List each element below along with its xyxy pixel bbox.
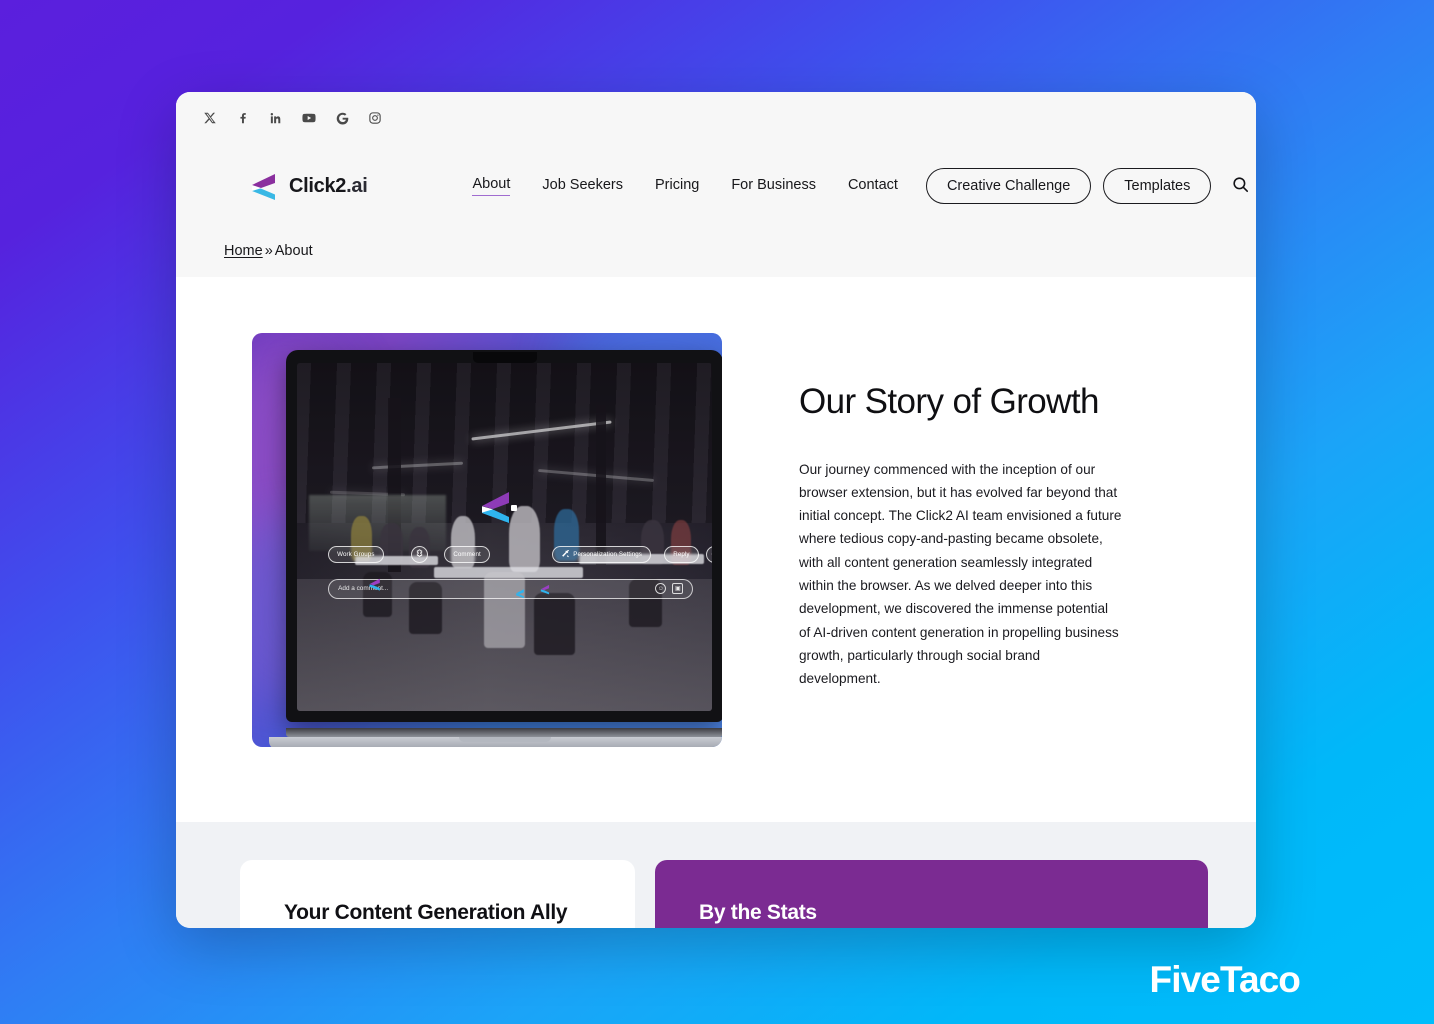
site-header: Click2.ai About Job Seekers Pricing For …: [176, 92, 1256, 277]
overlay-pill-work-groups[interactable]: Work Groups: [328, 545, 384, 563]
fivetaco-watermark: FiveTaco: [1149, 959, 1301, 1000]
search-button[interactable]: [1231, 171, 1250, 201]
creative-challenge-button[interactable]: Creative Challenge: [925, 168, 1092, 204]
main-navbar: Click2.ai About Job Seekers Pricing For …: [176, 150, 1256, 222]
overlay-pill-reply[interactable]: Reply: [664, 545, 699, 563]
brand-name: Click2.ai: [289, 174, 368, 198]
extension-ui-overlay: Work Groups Comment Personalization Sett…: [297, 363, 712, 711]
nav-links: About Job Seekers Pricing For Business C…: [472, 176, 898, 196]
hero-section: Work Groups Comment Personalization Sett…: [176, 277, 1256, 822]
card-by-the-stats[interactable]: By the Stats: [655, 860, 1208, 928]
mini-logo-icon: [515, 588, 527, 599]
x-twitter-icon[interactable]: [200, 108, 220, 128]
nav-link-job-seekers[interactable]: Job Seekers: [542, 177, 623, 196]
youtube-icon[interactable]: [299, 108, 319, 128]
laptop-hinge: [286, 728, 722, 737]
nav-link-about[interactable]: About: [472, 176, 511, 196]
website-preview-card: Click2.ai About Job Seekers Pricing For …: [176, 92, 1256, 928]
nav-link-contact[interactable]: Contact: [848, 177, 898, 196]
breadcrumb-separator: »: [264, 243, 273, 259]
laptop-base: [269, 737, 722, 747]
laptop-screen: Work Groups Comment Personalization Sett…: [297, 363, 712, 711]
facebook-icon[interactable]: [233, 108, 253, 128]
cards-section: Your Content Generation Ally By the Stat…: [176, 822, 1256, 928]
templates-button[interactable]: Templates: [1103, 168, 1212, 204]
breadcrumb-current: About: [274, 243, 313, 259]
tools-icon: [561, 549, 570, 560]
brand-name-suffix: .ai: [346, 174, 368, 197]
hero-copy: Our Story of Growth Our journey commence…: [722, 333, 1122, 762]
emoji-icon[interactable]: ☺: [655, 583, 667, 595]
instagram-icon[interactable]: [365, 108, 385, 128]
nav-link-for-business[interactable]: For Business: [731, 177, 816, 196]
laptop-camera-notch: [472, 352, 537, 363]
card-title: Your Content Generation Ally: [284, 901, 568, 924]
overlay-comment-actions: ☺ ▣: [655, 583, 684, 595]
overlay-pill-comment[interactable]: Comment: [444, 545, 490, 563]
overlay-pill-personalization-settings[interactable]: Personalization Settings: [552, 545, 652, 563]
overlay-pill-puzzle[interactable]: [411, 545, 429, 563]
nav-link-pricing[interactable]: Pricing: [655, 177, 699, 196]
brand-name-main: Click2: [289, 174, 347, 197]
mini-logo-icon: [368, 577, 384, 592]
social-links-bar: [176, 92, 1256, 132]
puzzle-icon: [415, 549, 424, 560]
linkedin-icon[interactable]: [266, 108, 286, 128]
search-icon: [1231, 175, 1250, 197]
card-content-generation-ally[interactable]: Your Content Generation Ally: [240, 860, 635, 928]
hero-laptop-mockup: Work Groups Comment Personalization Sett…: [252, 333, 722, 747]
nav-action-buttons: Creative Challenge Templates: [925, 168, 1212, 204]
floating-click2ai-logo-icon: [478, 488, 520, 526]
overlay-pill-more[interactable]: ⋯: [705, 545, 712, 563]
laptop-lid: Work Groups Comment Personalization Sett…: [286, 350, 722, 722]
breadcrumb-home-link[interactable]: Home: [224, 243, 263, 259]
page-title: Our Story of Growth: [799, 382, 1099, 421]
click2ai-logo-icon: [248, 169, 282, 203]
google-icon[interactable]: [332, 108, 352, 128]
image-icon[interactable]: ▣: [672, 583, 684, 595]
brand-logo[interactable]: Click2.ai: [248, 169, 368, 203]
more-icon: ⋯: [711, 551, 712, 558]
laptop-device: Work Groups Comment Personalization Sett…: [269, 350, 722, 747]
mini-logo-icon: [539, 584, 552, 596]
hero-paragraph: Our journey commenced with the inception…: [799, 461, 1122, 687]
card-title: By the Stats: [699, 901, 817, 924]
breadcrumb: Home» About: [224, 243, 313, 259]
overlay-pill-personalization-label: Personalization Settings: [573, 550, 643, 558]
